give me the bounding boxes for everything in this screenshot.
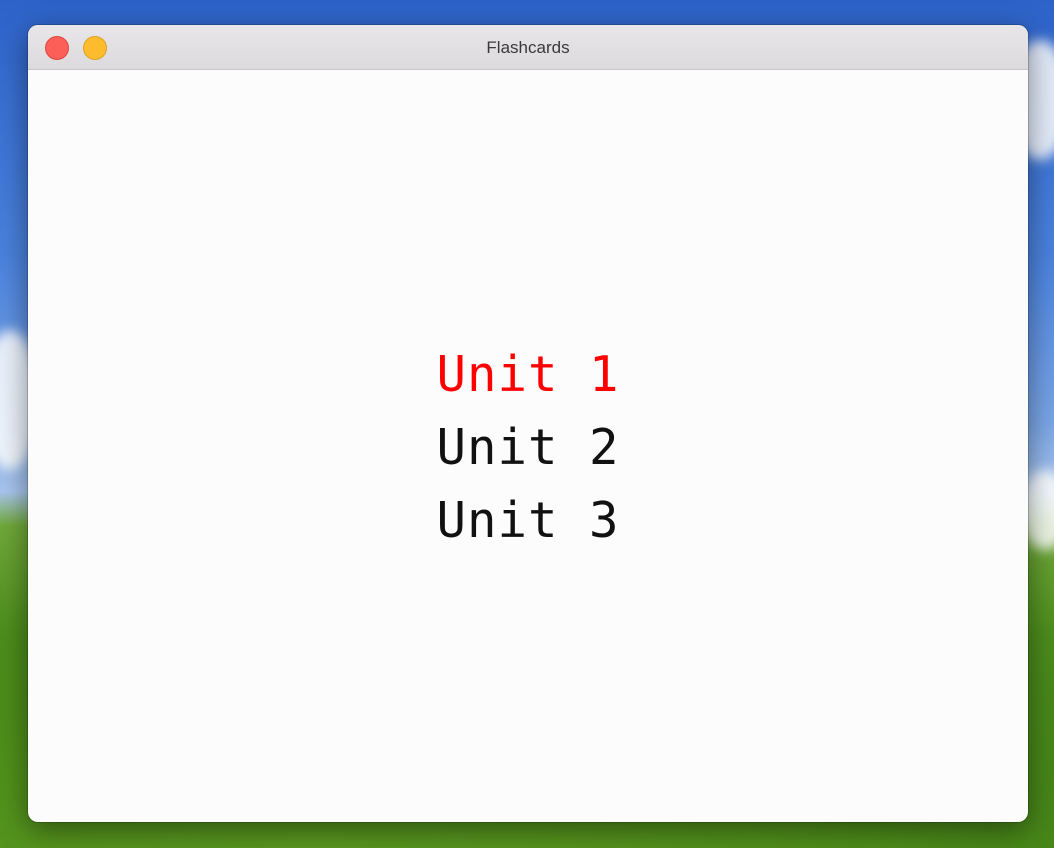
unit-item-1[interactable]: Unit 1 [28,338,1028,411]
window-titlebar[interactable]: Flashcards [28,25,1028,70]
window-content: Unit 1 Unit 2 Unit 3 [28,70,1028,822]
app-window: Flashcards Unit 1 Unit 2 Unit 3 [28,25,1028,822]
unit-item-3[interactable]: Unit 3 [28,484,1028,557]
unit-menu: Unit 1 Unit 2 Unit 3 [28,338,1028,557]
window-title: Flashcards [486,38,570,57]
unit-item-2[interactable]: Unit 2 [28,411,1028,484]
